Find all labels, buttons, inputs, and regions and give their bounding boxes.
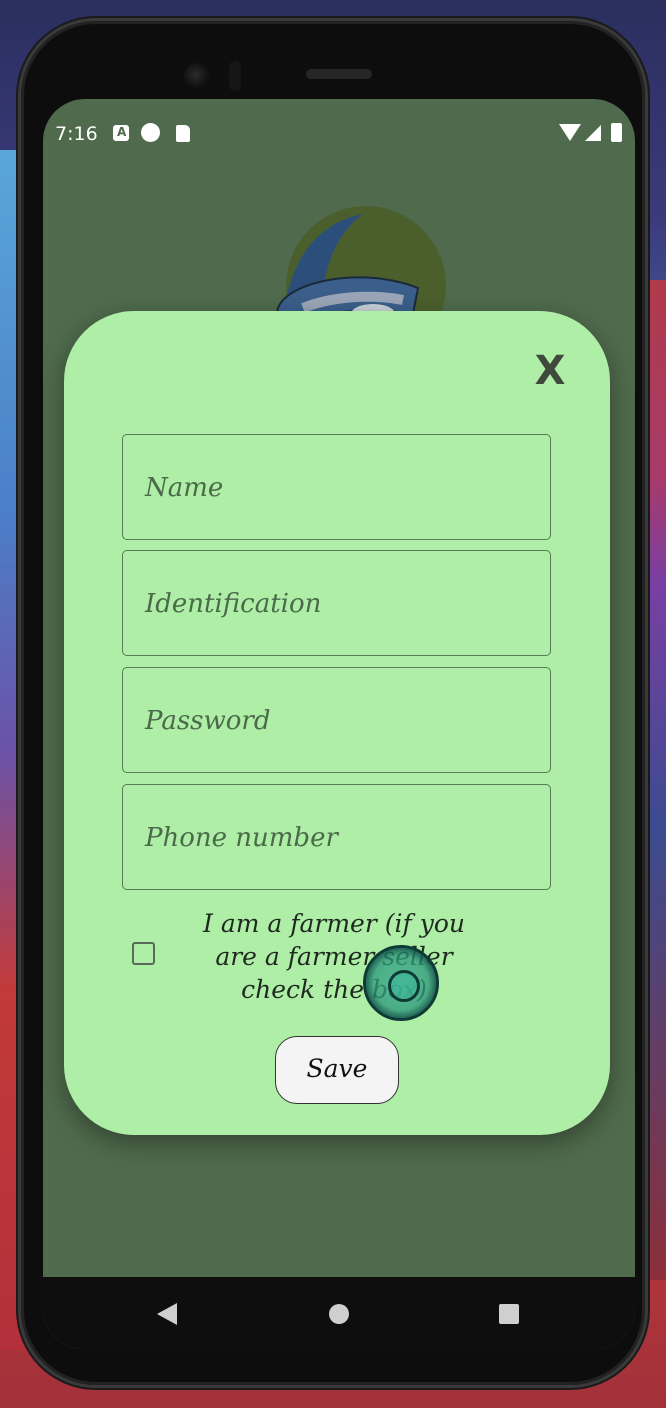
earpiece-speaker [306, 69, 372, 79]
registration-dialog: X Name Identification Password Phone num… [64, 311, 610, 1135]
farmer-label-line3: check the box) [241, 975, 427, 1004]
name-field[interactable]: Name [122, 434, 551, 540]
navigation-bar [43, 1277, 635, 1349]
farmer-label-line1: I am a farmer (if you [203, 909, 465, 938]
close-button[interactable]: X [530, 347, 570, 395]
a-notification-icon [113, 125, 129, 141]
password-placeholder: Password [145, 706, 271, 736]
home-icon[interactable] [329, 1304, 349, 1324]
status-bar: 7:16 [43, 99, 635, 169]
save-button[interactable]: Save [275, 1036, 399, 1104]
phone-number-field[interactable]: Phone number [122, 784, 551, 890]
back-icon[interactable] [157, 1303, 177, 1325]
password-field[interactable]: Password [122, 667, 551, 773]
p-notification-icon [141, 123, 160, 142]
phone-number-placeholder: Phone number [145, 823, 338, 853]
status-time: 7:16 [55, 123, 98, 145]
name-placeholder: Name [145, 473, 224, 503]
farmer-label-line2: are a farmer seller [215, 942, 453, 971]
wifi-icon [559, 124, 581, 141]
front-camera [184, 63, 210, 89]
farmer-checkbox[interactable] [132, 942, 155, 965]
recents-icon[interactable] [499, 1304, 519, 1324]
proximity-sensor [229, 61, 241, 91]
farmer-checkbox-label[interactable]: I am a farmer (if you are a farmer selle… [164, 907, 504, 1006]
signal-icon [585, 125, 601, 141]
identification-placeholder: Identification [145, 589, 322, 619]
touch-indicator [363, 945, 439, 1021]
identification-field[interactable]: Identification [122, 550, 551, 656]
battery-icon [611, 123, 622, 142]
sd-card-icon [176, 125, 190, 142]
